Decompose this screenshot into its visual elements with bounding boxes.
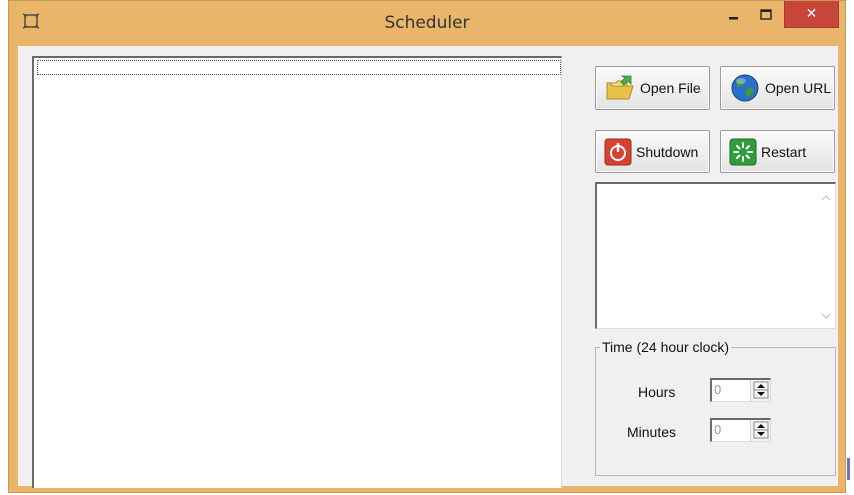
title-bar[interactable]: Scheduler ✕: [9, 1, 845, 45]
restart-button[interactable]: Restart: [720, 130, 835, 173]
minutes-spinbox[interactable]: 0: [710, 418, 771, 442]
open-url-label: Open URL: [765, 80, 832, 96]
memo-scrollbar[interactable]: [817, 184, 835, 328]
scroll-up-icon[interactable]: [817, 190, 835, 206]
schedule-listbox[interactable]: [32, 56, 562, 488]
hours-label: Hours: [638, 384, 676, 400]
log-memo[interactable]: [595, 182, 836, 329]
hours-value[interactable]: 0: [714, 382, 721, 397]
minutes-spin-buttons[interactable]: [750, 420, 770, 441]
spin-arrows-icon[interactable]: [753, 381, 769, 399]
minimize-icon: [729, 16, 738, 19]
minimize-button[interactable]: [719, 1, 749, 28]
globe-icon: [731, 74, 759, 102]
open-file-label: Open File: [640, 80, 701, 96]
hours-spin-buttons[interactable]: [750, 380, 770, 401]
shutdown-button[interactable]: Shutdown: [595, 130, 710, 173]
close-icon: ✕: [805, 6, 818, 22]
restart-icon: [729, 138, 757, 165]
minutes-value[interactable]: 0: [714, 422, 721, 437]
scheduler-window: Scheduler ✕ Open File Open URL Shutdown …: [8, 0, 846, 493]
client-area: Open File Open URL Shutdown Restart Time…: [18, 46, 838, 488]
spin-arrows-icon[interactable]: [753, 421, 769, 439]
open-url-button[interactable]: Open URL: [720, 66, 835, 110]
folder-icon: [606, 75, 634, 100]
maximize-icon: [760, 8, 772, 20]
power-icon: [604, 138, 632, 165]
restart-label: Restart: [761, 143, 807, 160]
shutdown-label: Shutdown: [636, 143, 699, 160]
open-file-button[interactable]: Open File: [595, 66, 710, 110]
list-focus-rect: [37, 60, 561, 75]
minutes-label: Minutes: [627, 424, 677, 440]
hours-spinbox[interactable]: 0: [710, 378, 771, 402]
time-groupbox: Time (24 hour clock) Hours 0 Minutes 0: [595, 339, 836, 476]
close-button[interactable]: ✕: [784, 1, 839, 28]
background-edge: [847, 458, 850, 480]
time-group-title: Time (24 hour clock): [600, 339, 732, 355]
scroll-down-icon[interactable]: [817, 308, 835, 324]
maximize-button[interactable]: [751, 1, 781, 28]
